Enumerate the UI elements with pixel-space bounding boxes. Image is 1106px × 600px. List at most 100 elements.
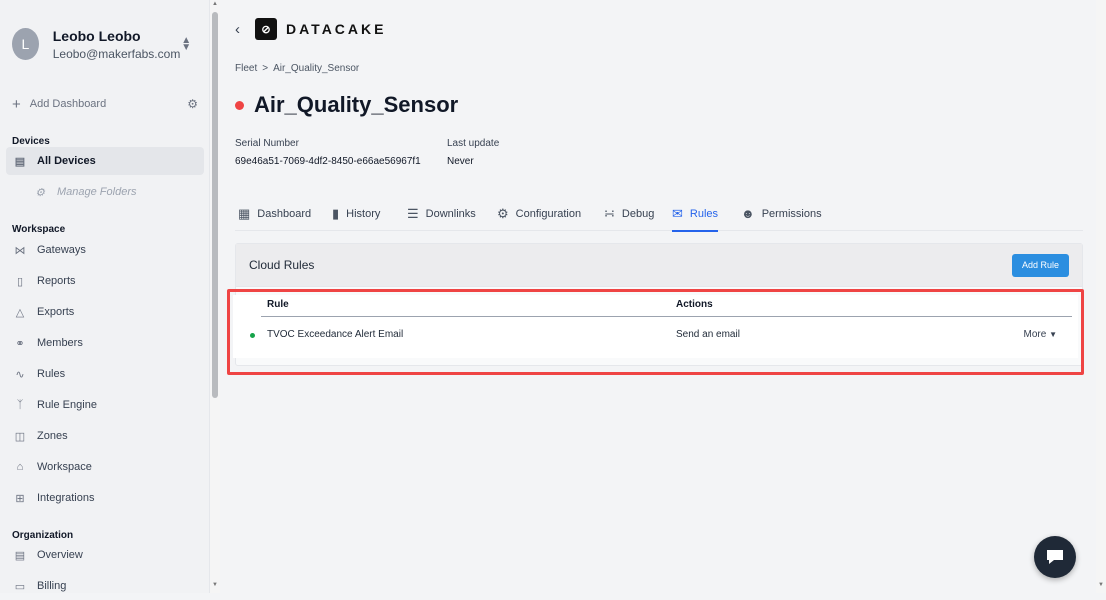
tab-debug[interactable]: ∺ Debug	[604, 196, 654, 231]
column-header-rule: Rule	[267, 299, 289, 310]
sidebar-item-label: Members	[37, 337, 83, 349]
sidebar: L Leobo Leobo Leobo@makerfabs.com ▲ ▼ + A…	[0, 0, 210, 593]
sidebar-item-label: Manage Folders	[57, 186, 137, 198]
sliders-icon: ☰	[407, 205, 419, 221]
sidebar-item-gateways[interactable]: ⋈ Gateways	[6, 236, 204, 264]
sidebar-item-integrations[interactable]: ⊞ Integrations	[6, 484, 204, 512]
serial-label: Serial Number	[235, 138, 299, 149]
chat-icon	[1047, 550, 1063, 564]
devices-icon: ▤	[14, 155, 26, 168]
export-icon: △	[15, 306, 25, 319]
serial-value: 69e46a51-7069-4df2-8450-e66ae56967f1	[235, 156, 421, 167]
status-dot	[235, 100, 244, 110]
sidebar-item-zones[interactable]: ◫ Zones	[6, 422, 204, 450]
bar-chart-icon: ▮	[332, 205, 340, 221]
tab-configuration[interactable]: ⚙ Configuration	[497, 196, 581, 231]
sidebar-scrollbar[interactable]: ▲ ▼	[210, 0, 220, 593]
signal-icon: ∿	[15, 368, 25, 381]
logo-text: DATACAKE	[286, 21, 387, 37]
sidebar-item-billing[interactable]: ▭ Billing	[6, 572, 204, 600]
rules-table: Rule Actions TVOC Exceedance Alert Email…	[233, 295, 1078, 358]
gear-icon: ⚙	[35, 186, 45, 199]
avatar: L	[12, 28, 39, 60]
chevron-up-down-icon[interactable]: ▲ ▼	[180, 36, 192, 53]
document-icon: ▯	[16, 275, 24, 288]
add-dashboard-label: Add Dashboard	[29, 98, 107, 110]
sidebar-item-label: All Devices	[37, 155, 96, 167]
gear-icon: ⚙	[497, 205, 509, 221]
tab-label: Configuration	[515, 207, 582, 220]
list-icon: ▤	[14, 549, 26, 562]
page-scrollbar[interactable]: ▼	[1096, 0, 1106, 593]
last-update-value: Never	[447, 156, 474, 167]
sidebar-item-workspace[interactable]: ⌂ Workspace	[6, 453, 204, 481]
last-update-block: Last update Never	[447, 138, 499, 167]
table-icon: ▦	[238, 205, 251, 221]
chevron-down-icon: ▼	[1049, 330, 1057, 339]
section-organization: Organization	[12, 530, 74, 541]
sidebar-item-exports[interactable]: △ Exports	[6, 298, 204, 326]
sidebar-item-overview[interactable]: ▤ Overview	[6, 541, 204, 569]
chat-widget-button[interactable]	[1034, 536, 1076, 578]
sidebar-item-label: Rules	[37, 368, 66, 380]
breadcrumb-current: Air_Quality_Sensor	[273, 63, 360, 74]
sidebar-item-all-devices[interactable]: ▤ All Devices	[6, 147, 204, 175]
tab-label: Dashboard	[257, 207, 312, 220]
chat-bubbles-icon: ✉	[672, 205, 683, 221]
add-dashboard-button[interactable]: + Add Dashboard ⚙	[12, 95, 198, 113]
scroll-down-arrow-icon[interactable]: ▼	[210, 582, 220, 588]
rule-action: Send an email	[676, 329, 740, 340]
sidebar-item-label: Billing	[37, 580, 67, 592]
tab-permissions[interactable]: ☻ Permissions	[741, 196, 822, 231]
gear-icon[interactable]: ⚙	[187, 97, 198, 111]
sidebar-item-label: Zones	[37, 430, 68, 442]
breadcrumb-fleet[interactable]: Fleet	[235, 63, 257, 74]
tab-bar: ▦ Dashboard ▮ History ☰ Downlinks ⚙ Conf…	[235, 196, 1083, 232]
tab-label: Downlinks	[425, 207, 476, 220]
last-update-label: Last update	[447, 138, 500, 149]
column-header-actions: Actions	[676, 299, 713, 310]
tab-dashboard[interactable]: ▦ Dashboard	[238, 196, 311, 231]
table-row[interactable]: TVOC Exceedance Alert Email Send an emai…	[233, 322, 1078, 348]
branch-icon: ᛉ	[16, 399, 24, 411]
rule-name: TVOC Exceedance Alert Email	[267, 329, 404, 340]
scroll-down-arrow-icon[interactable]: ▼	[1096, 582, 1106, 588]
sidebar-item-label: Workspace	[37, 461, 92, 473]
tab-rules[interactable]: ✉ Rules	[672, 196, 719, 232]
back-chevron-icon[interactable]: ‹	[235, 21, 240, 38]
account-name: Leobo Leobo	[52, 27, 141, 44]
sidebar-item-label: Reports	[37, 275, 76, 287]
more-label: More	[1023, 329, 1047, 340]
map-icon: ◫	[14, 430, 26, 443]
section-devices: Devices	[12, 136, 50, 147]
page-title: Air_Quality_Sensor	[254, 92, 459, 117]
account-email: Leobo@makerfabs.com	[52, 46, 181, 61]
home-icon: ⌂	[16, 461, 24, 473]
tab-label: Permissions	[761, 207, 822, 220]
header-divider	[261, 316, 1072, 317]
users-icon: ☻	[741, 206, 755, 221]
sidebar-item-rule-engine[interactable]: ᛉ Rule Engine	[6, 391, 204, 419]
rss-icon: ∺	[604, 205, 615, 221]
plus-square-icon: ⊞	[15, 492, 25, 505]
tab-label: History	[346, 207, 381, 220]
members-icon: ⚭	[15, 337, 25, 350]
sidebar-item-manage-folders[interactable]: ⚙ Manage Folders	[6, 178, 204, 206]
add-rule-button[interactable]: Add Rule	[1012, 253, 1069, 277]
scroll-up-arrow-icon[interactable]: ▲	[210, 1, 220, 7]
sidebar-item-label: Overview	[37, 549, 83, 561]
plus-icon: +	[12, 95, 21, 113]
datacake-logo-icon: ⊘	[255, 18, 277, 40]
breadcrumb: Fleet > Air_Quality_Sensor	[235, 63, 359, 74]
sidebar-item-rules[interactable]: ∿ Rules	[6, 360, 204, 388]
tab-history[interactable]: ▮ History	[332, 196, 380, 231]
sidebar-item-reports[interactable]: ▯ Reports	[6, 267, 204, 295]
serial-number-block: Serial Number 69e46a51-7069-4df2-8450-e6…	[235, 138, 421, 167]
tab-downlinks[interactable]: ☰ Downlinks	[407, 196, 476, 231]
more-dropdown[interactable]: More ▼	[1024, 329, 1058, 340]
scrollbar-thumb[interactable]	[212, 12, 218, 398]
section-workspace: Workspace	[12, 224, 66, 235]
sidebar-item-label: Exports	[37, 306, 75, 318]
account-switcher[interactable]: L Leobo Leobo Leobo@makerfabs.com ▲ ▼	[6, 14, 204, 74]
sidebar-item-members[interactable]: ⚭ Members	[6, 329, 204, 357]
